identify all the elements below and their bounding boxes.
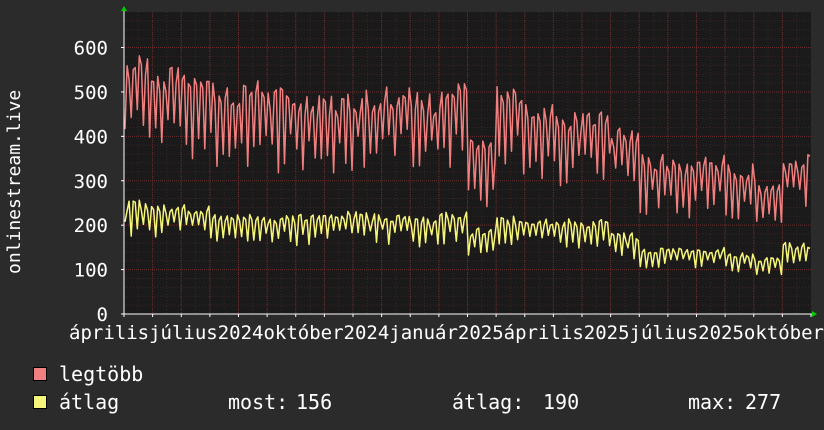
- x-tick-labels: áprilisjúlius2024október2024január2025áp…: [69, 322, 824, 344]
- x-axis-arrow: [812, 311, 817, 317]
- y-tick-label: 500: [74, 82, 108, 104]
- y-axis-arrow: [121, 6, 127, 11]
- y-tick-label: 200: [74, 215, 108, 237]
- legend-swatch-max: [33, 367, 47, 381]
- y-tick-label: 600: [74, 38, 108, 60]
- legend-label-max: legtöbb: [59, 362, 144, 386]
- stat-now-value: 156: [296, 390, 333, 414]
- stat-max-value: 277: [745, 390, 782, 414]
- legend-label-avg: átlag: [59, 390, 120, 414]
- stat-avg-value: 190: [543, 390, 580, 414]
- legend-item-avg: átlag: [33, 390, 119, 414]
- legend-item-max: legtöbb: [33, 362, 143, 386]
- stat-max-label: max:: [688, 390, 737, 414]
- y-tick-label: 300: [74, 171, 108, 193]
- stat-now-label: most:: [228, 390, 289, 414]
- legend-swatch-avg: [33, 395, 47, 409]
- stat-avg-label: átlag:: [452, 390, 525, 414]
- y-tick-label: 400: [74, 126, 108, 148]
- y-tick-label: 100: [74, 260, 108, 282]
- y-tick-labels: 0100200300400500600: [74, 38, 108, 326]
- y-axis-label: onlinestream.live: [4, 90, 25, 274]
